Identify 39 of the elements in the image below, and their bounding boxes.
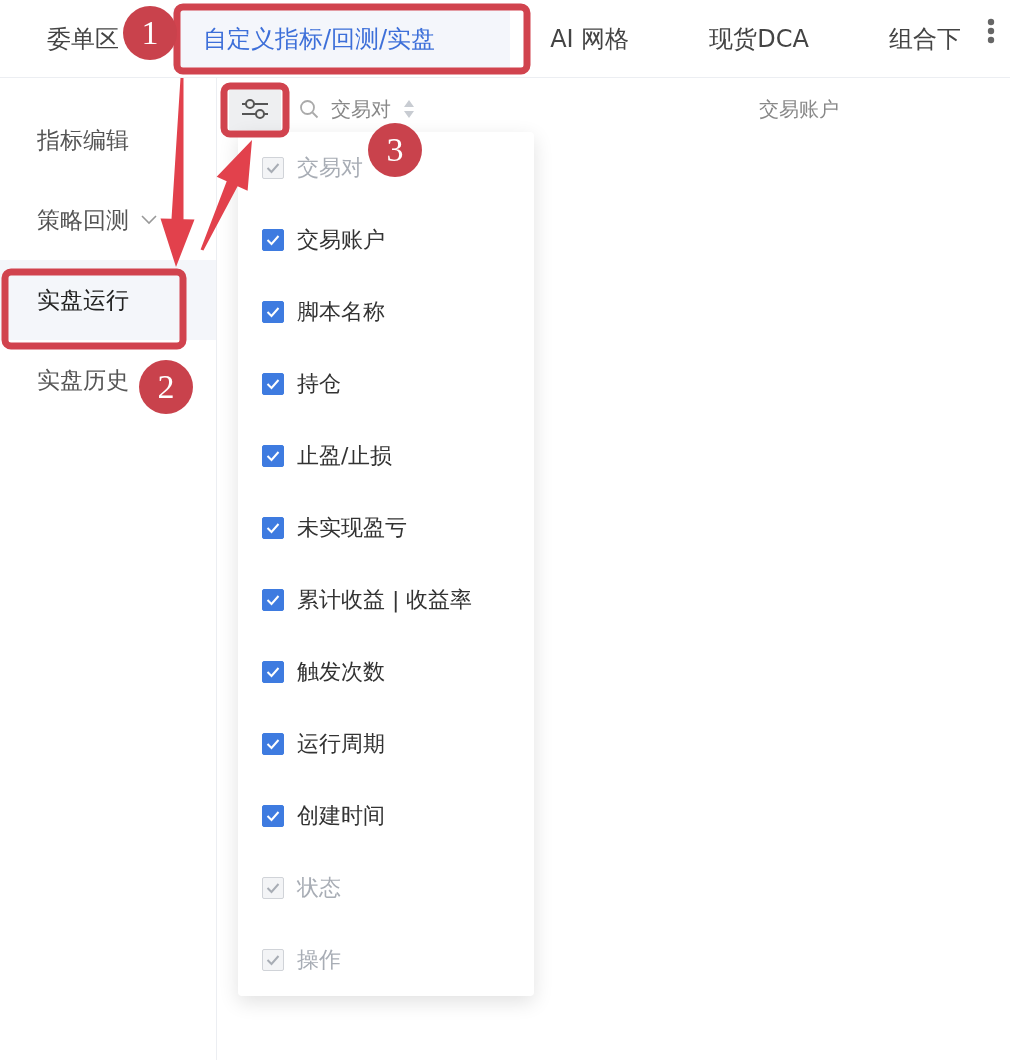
- column-settings-button[interactable]: [229, 88, 281, 130]
- column-option-label[interactable]: 累计收益 | 收益率: [297, 585, 473, 615]
- sliders-icon: [240, 96, 270, 122]
- sidebar-label: 实盘运行: [37, 285, 129, 315]
- column-option-label[interactable]: 持仓: [297, 369, 341, 399]
- column-option-label[interactable]: 脚本名称: [297, 297, 385, 327]
- sidebar-item[interactable]: 实盘历史: [0, 340, 135, 420]
- tab[interactable]: 现货DCA: [707, 7, 811, 70]
- checkbox[interactable]: [262, 445, 284, 467]
- column-option-label[interactable]: 止盈/止损: [297, 441, 393, 471]
- checkbox[interactable]: [262, 589, 284, 611]
- tab[interactable]: 组合下: [886, 7, 963, 70]
- checkbox[interactable]: [262, 517, 284, 539]
- checkbox[interactable]: [262, 373, 284, 395]
- sidebar-label: 实盘历史: [37, 365, 129, 395]
- sidebar-item[interactable]: 指标编辑: [0, 100, 135, 180]
- checkbox[interactable]: [262, 229, 284, 251]
- sidebar-item[interactable]: 策略回测: [0, 180, 163, 260]
- checkbox[interactable]: [262, 661, 284, 683]
- tab[interactable]: AI 网格: [548, 7, 632, 70]
- column-option-label[interactable]: 交易账户: [297, 225, 385, 255]
- checkbox[interactable]: [262, 301, 284, 323]
- more-icon[interactable]: [987, 18, 995, 44]
- tab[interactable]: 自定义指标/回测/实盘: [173, 7, 511, 70]
- column-header: 交易账户: [759, 95, 839, 123]
- search-icon[interactable]: [299, 99, 319, 119]
- highlight-frame: [220, 82, 290, 138]
- sidebar-label: 指标编辑: [37, 125, 129, 155]
- column-option-label[interactable]: 创建时间: [297, 801, 385, 831]
- tab[interactable]: 委单区: [45, 7, 121, 70]
- sidebar-label: 策略回测: [37, 205, 129, 235]
- column-option-label[interactable]: 触发次数: [297, 657, 385, 687]
- step-badge: 2: [139, 360, 193, 414]
- step-badge: 1: [123, 6, 177, 60]
- checkbox[interactable]: [262, 733, 284, 755]
- checkbox[interactable]: [262, 805, 284, 827]
- column-header[interactable]: 交易对: [331, 95, 391, 123]
- column-option-label[interactable]: 未实现盈亏: [297, 513, 407, 543]
- column-option-label[interactable]: 运行周期: [297, 729, 385, 759]
